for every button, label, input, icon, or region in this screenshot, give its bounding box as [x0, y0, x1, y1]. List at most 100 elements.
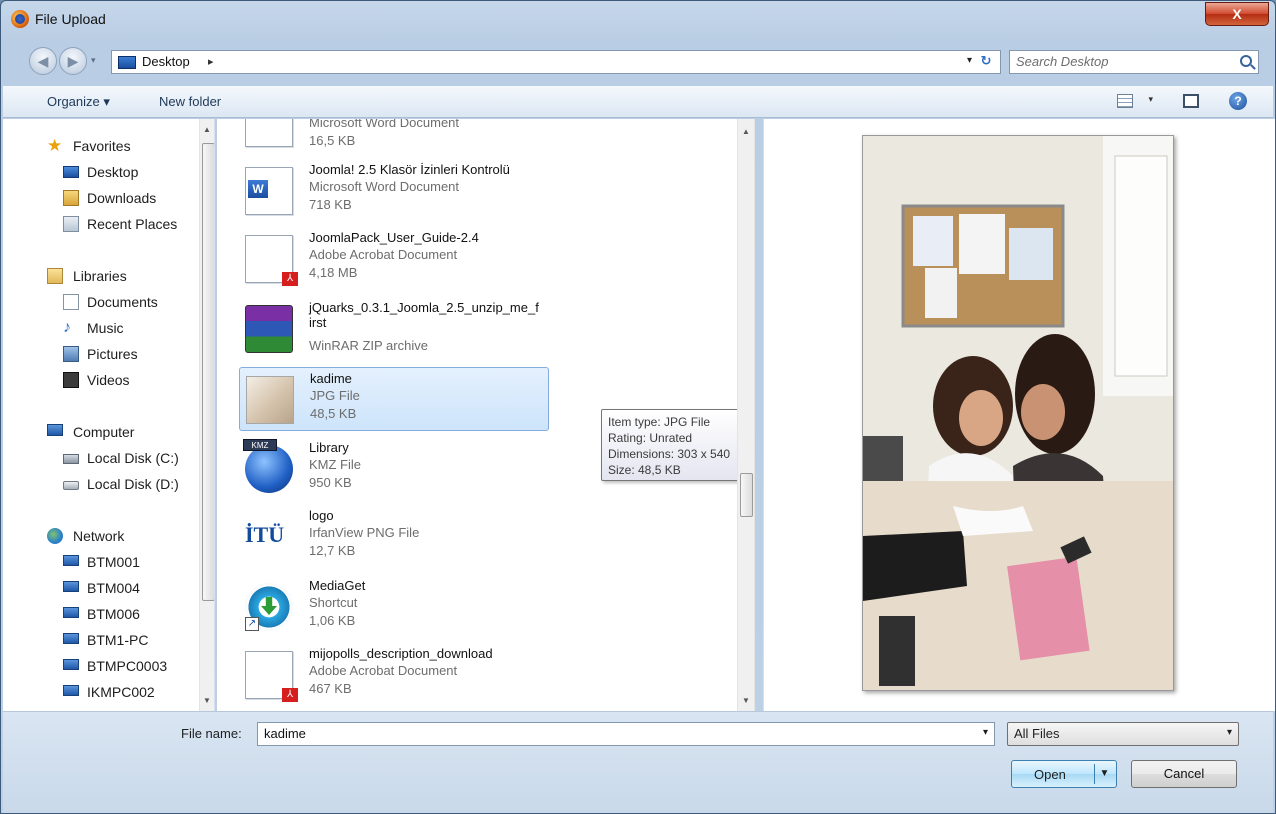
nav-local-disk-d[interactable]: Local Disk (D:): [3, 471, 198, 497]
nav-network[interactable]: Network: [3, 523, 198, 549]
forward-button[interactable]: ▶: [59, 47, 87, 75]
scroll-thumb[interactable]: [740, 473, 753, 517]
cancel-button[interactable]: Cancel: [1131, 760, 1237, 788]
nav-music[interactable]: ♪ Music: [3, 315, 198, 341]
jpg-image-thumbnail: [246, 376, 294, 424]
scroll-up-arrow[interactable]: ▲: [742, 127, 750, 136]
open-options-dropdown[interactable]: ▼: [1094, 764, 1114, 784]
scroll-down-arrow[interactable]: ▼: [203, 696, 211, 705]
nav-network-pc[interactable]: BTM004: [3, 575, 198, 601]
scroll-up-arrow[interactable]: ▲: [203, 125, 211, 134]
command-bar: Organize ▾ New folder ▾ ?: [3, 86, 1273, 118]
help-icon[interactable]: ?: [1229, 92, 1247, 110]
nav-libraries[interactable]: Libraries: [3, 263, 198, 289]
file-item[interactable]: ↗ MediaGet Shortcut 1,06 KB: [239, 575, 549, 639]
file-info-tooltip: Item type: JPG File Rating: Unrated Dime…: [601, 409, 739, 481]
nav-network-pc[interactable]: BTM1-PC: [3, 627, 198, 653]
google-earth-icon: KMZ: [243, 439, 293, 493]
videos-icon: [63, 372, 79, 388]
breadcrumb-desktop[interactable]: Desktop: [142, 54, 190, 69]
tooltip-size: Size: 48,5 KB: [608, 463, 681, 477]
file-item[interactable]: Microsoft Word Document 16,5 KB: [239, 119, 549, 155]
file-item[interactable]: W Joomla! 2.5 Klasör İzinleri Kontrolü M…: [239, 159, 549, 223]
refresh-button[interactable]: ↻: [976, 53, 996, 71]
chevron-down-icon[interactable]: ▾: [1227, 727, 1232, 738]
nav-pictures[interactable]: Pictures: [3, 341, 198, 367]
network-computer-icon: [63, 581, 79, 592]
open-button-label: Open: [1034, 767, 1066, 782]
file-name-dropdown-arrow[interactable]: ▾: [983, 727, 988, 738]
nav-favorites[interactable]: ★ Favorites: [3, 133, 198, 159]
organize-button[interactable]: Organize ▾: [47, 94, 110, 110]
libraries-icon: [47, 268, 63, 284]
change-view-icon[interactable]: [1117, 94, 1133, 108]
nav-videos[interactable]: Videos: [3, 367, 198, 393]
file-item-selected[interactable]: kadime JPG File 48,5 KB: [239, 367, 549, 431]
nav-local-disk-c[interactable]: Local Disk (C:): [3, 445, 198, 471]
nav-downloads[interactable]: Downloads: [3, 185, 198, 211]
address-bar[interactable]: Desktop ▸ ▾ ↻: [111, 50, 1001, 74]
winrar-archive-icon: [245, 305, 293, 353]
file-name-input[interactable]: [264, 726, 964, 741]
word-document-icon: [245, 119, 293, 147]
music-icon: ♪: [63, 319, 71, 336]
tooltip-rating: Rating: Unrated: [608, 431, 693, 445]
nav-scrollbar[interactable]: ▲ ▼: [199, 119, 214, 711]
photo-preview-graphic: [863, 136, 1173, 690]
desktop-icon: [63, 166, 79, 178]
network-icon: [47, 528, 63, 544]
address-dropdown[interactable]: ▾: [967, 55, 972, 66]
scroll-thumb[interactable]: [202, 143, 214, 601]
open-button[interactable]: Open ▼: [1011, 760, 1117, 788]
downloads-folder-icon: [63, 190, 79, 206]
file-type-filter[interactable]: All Files ▾: [1007, 722, 1239, 746]
tooltip-item-type: Item type: JPG File: [608, 415, 711, 429]
network-computer-icon: [63, 659, 79, 670]
star-icon: ★: [47, 136, 63, 155]
file-item[interactable]: ⅄ JoomlaPack_User_Guide-2.4 Adobe Acroba…: [239, 227, 549, 291]
file-name-combobox[interactable]: ▾: [257, 722, 995, 746]
file-list-scrollbar[interactable]: ▲ ▼: [737, 119, 755, 711]
computer-group: Computer Local Disk (C:) Local Disk (D:): [3, 419, 198, 497]
back-button[interactable]: ◀: [29, 47, 57, 75]
file-item[interactable]: İTÜ logo IrfanView PNG File 12,7 KB: [239, 505, 549, 569]
hard-disk-icon: [63, 481, 79, 490]
nav-network-pc[interactable]: BTMPC0003: [3, 653, 198, 679]
search-input[interactable]: [1016, 54, 1216, 69]
file-name-label: File name:: [181, 726, 242, 741]
file-item[interactable]: KMZ Library KMZ File 950 KB: [239, 437, 549, 501]
word-document-icon: W: [245, 167, 293, 215]
shortcut-arrow-icon: ↗: [245, 617, 259, 631]
file-upload-dialog: File Upload X ◀ ▶ ▾ Desktop ▸ ▾ ↻ Organi…: [0, 0, 1276, 814]
desktop-icon: [118, 56, 136, 69]
nav-recent-places[interactable]: Recent Places: [3, 211, 198, 237]
scroll-down-arrow[interactable]: ▼: [742, 696, 750, 705]
favorites-group: ★ Favorites Desktop Downloads Recent Pla…: [3, 133, 198, 237]
breadcrumb-separator[interactable]: ▸: [208, 55, 214, 68]
file-item[interactable]: jQuarks_0.3.1_Joomla_2.5_unzip_me_first …: [239, 297, 549, 361]
nav-network-pc[interactable]: BTM001: [3, 549, 198, 575]
new-folder-button[interactable]: New folder: [159, 94, 221, 109]
search-box[interactable]: [1009, 50, 1259, 74]
close-button[interactable]: X: [1205, 2, 1269, 26]
nav-network-pc[interactable]: IKMPC002: [3, 679, 198, 705]
nav-computer[interactable]: Computer: [3, 419, 198, 445]
file-type-filter-value: All Files: [1014, 726, 1060, 741]
firefox-icon: [11, 10, 29, 28]
network-computer-icon: [63, 685, 79, 696]
mediaget-download-icon: ↗: [245, 583, 293, 631]
search-icon[interactable]: [1240, 55, 1252, 67]
nav-documents[interactable]: Documents: [3, 289, 198, 315]
title-bar: File Upload X: [1, 1, 1275, 37]
nav-network-pc[interactable]: BTM006: [3, 601, 198, 627]
preview-pane: [763, 119, 1275, 711]
preview-pane-icon[interactable]: [1183, 94, 1199, 108]
recent-places-icon: [63, 216, 79, 232]
address-row: ◀ ▶ ▾ Desktop ▸ ▾ ↻: [1, 41, 1275, 81]
nav-desktop[interactable]: Desktop: [3, 159, 198, 185]
view-options-dropdown[interactable]: ▾: [1148, 94, 1153, 105]
recent-locations-dropdown[interactable]: ▾: [91, 55, 96, 66]
itu-logo-thumbnail: İTÜ: [245, 522, 285, 547]
network-computer-icon: [63, 607, 79, 618]
file-item[interactable]: ⅄ mijopolls_description_download Adobe A…: [239, 643, 549, 707]
